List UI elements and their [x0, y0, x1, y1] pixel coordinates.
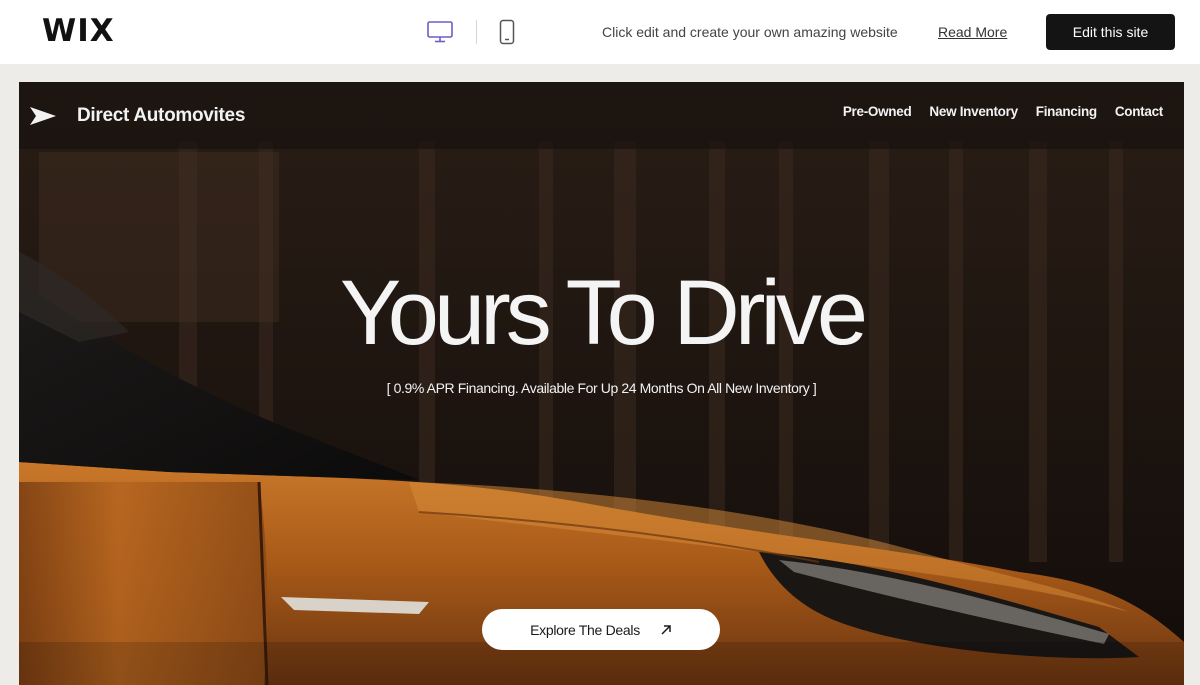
mobile-view-button[interactable]: [496, 17, 518, 47]
desktop-monitor-icon: [427, 21, 453, 43]
device-divider: [476, 20, 477, 44]
nav-item-new-inventory[interactable]: New Inventory: [929, 104, 1018, 119]
wix-logo[interactable]: WIX: [42, 13, 115, 49]
site-nav: Pre-Owned New Inventory Financing Contac…: [843, 104, 1163, 119]
explore-deals-label: Explore The Deals: [530, 621, 640, 638]
desktop-view-button[interactable]: [424, 17, 456, 47]
nav-item-pre-owned[interactable]: Pre-Owned: [843, 104, 912, 119]
hero-subline: [ 0.9% APR Financing. Available For Up 2…: [386, 380, 817, 396]
mobile-phone-icon: [499, 19, 515, 45]
read-more-link[interactable]: Read More: [938, 24, 1007, 40]
arrow-up-right-icon: [660, 624, 672, 636]
nav-item-contact[interactable]: Contact: [1115, 104, 1163, 119]
edit-this-site-button[interactable]: Edit this site: [1046, 14, 1175, 50]
wix-top-bar: WIX Click edit and create your own amazi…: [0, 0, 1200, 64]
hero-headline: Yours To Drive: [339, 262, 868, 364]
site-header: Direct Automovites Pre-Owned New Invento…: [19, 82, 1184, 149]
nav-item-financing[interactable]: Financing: [1036, 104, 1097, 119]
promo-text: Click edit and create your own amazing w…: [602, 24, 898, 40]
explore-deals-button[interactable]: Explore The Deals: [482, 609, 720, 650]
site-preview: Direct Automovites Pre-Owned New Invento…: [19, 82, 1184, 685]
site-brand-name[interactable]: Direct Automovites: [77, 105, 245, 127]
paper-plane-icon[interactable]: [29, 106, 57, 126]
